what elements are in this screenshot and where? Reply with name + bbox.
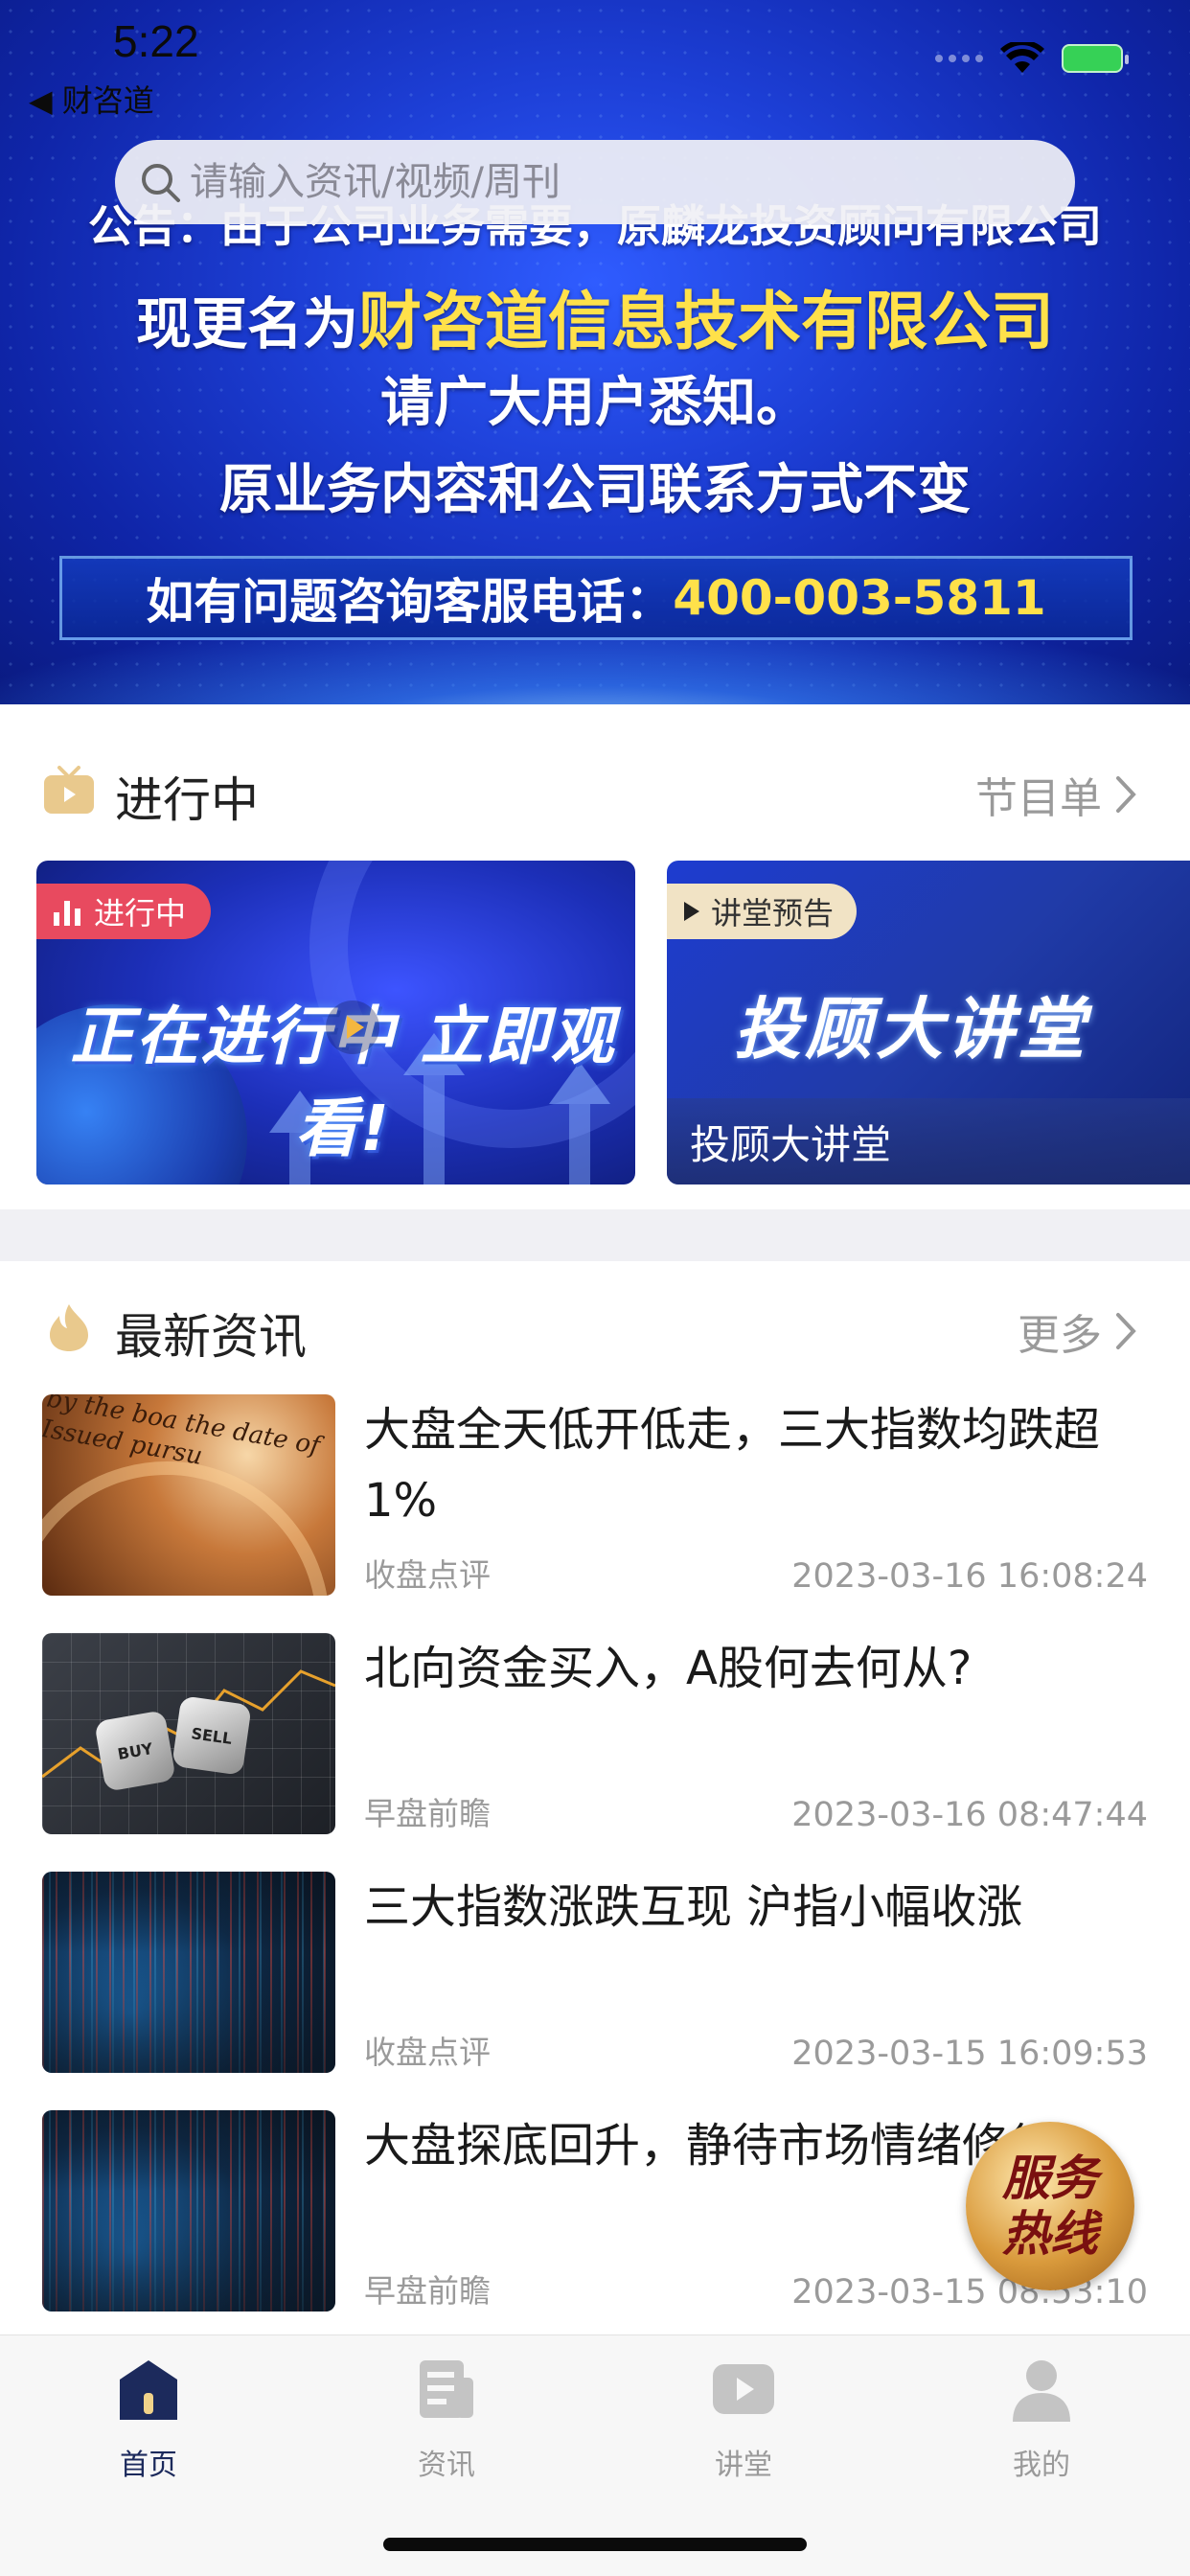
dice-sell: SELL [172,1695,252,1776]
news-thumbnail: by the boa the date of Issued pursu [42,1394,335,1596]
video-play-icon [713,2364,774,2414]
status-time: 5:22 [113,16,199,66]
tab-lecture-label: 讲堂 [715,2449,772,2482]
news-more-label: 更多 [1018,1311,1102,1360]
banner-hotline: 如有问题咨询客服电话： 400-003-5811 [59,556,1133,640]
program-list-link[interactable]: 节目单 [975,764,1136,825]
banner-line-2-prefix: 现更名为 [135,291,358,356]
dice-buy: BUY [94,1710,176,1792]
signal-icon [935,55,983,62]
home-icon [120,2360,177,2420]
news-more-link[interactable]: 更多 [1018,1300,1136,1362]
service-hotline-button[interactable]: 服务 热线 [966,2122,1134,2290]
chevron-right-icon [1116,1313,1136,1349]
service-hotline-line2: 热线 [1002,2206,1098,2262]
tab-profile[interactable]: 我的 [946,2355,1137,2483]
document-icon [420,2360,473,2418]
status-bar: 5:22 ◀ 财咨道 [0,0,1190,119]
news-list-item[interactable]: BUY SELL 北向资金买入，A股何去何从? 早盘前瞻 2023-03-16 … [42,1633,1148,1836]
tab-news-label: 资讯 [418,2449,475,2482]
news-thumbnail [42,1872,335,2073]
announcement-banner[interactable]: 公告：由于公司业务需要，原麟龙投资顾问有限公司 现更名为财咨道信息技术有限公司 … [0,0,1190,704]
news-category: 早盘前瞻 [364,2272,491,2310]
service-hotline-line1: 服务 [1002,2150,1098,2206]
banner-hotline-number: 400-003-5811 [673,570,1046,626]
news-category: 早盘前瞻 [364,1795,491,1832]
news-section-title: 最新资讯 [115,1309,307,1365]
live-status-tag: 进行中 [36,884,212,939]
news-category: 收盘点评 [364,2034,491,2071]
news-list-item[interactable]: 三大指数涨跌互现 沪指小幅收涨 收盘点评 2023-03-15 16:09:53 [42,1872,1148,2075]
banner-company-name: 财咨道信息技术有限公司 [358,285,1054,358]
news-title: 北向资金买入，A股何去何从? [364,1642,973,1695]
chevron-right-icon [1116,776,1136,813]
live-bars-icon [54,897,80,926]
search-input[interactable] [190,160,1033,204]
tab-news[interactable]: 资讯 [351,2355,542,2483]
banner-line-3: 请广大用户悉知。 [380,372,810,434]
live-section-header: 进行中 节目单 [0,752,1190,829]
status-icons [935,42,1129,75]
lecture-preview-tag: 讲堂预告 [667,884,858,939]
lecture-card-caption: 投顾大讲堂 [667,1098,1190,1184]
news-thumbnail: BUY SELL [42,1633,335,1834]
flame-icon [50,1304,88,1351]
news-timestamp: 2023-03-16 08:47:44 [791,1796,1148,1834]
live-card-lecture-preview[interactable]: 讲堂预告 投顾大讲堂 投顾大讲堂 [667,861,1190,1184]
back-to-app-link[interactable]: ◀ 财咨道 [29,77,154,121]
news-category: 收盘点评 [364,1556,491,1594]
search-bar[interactable] [115,140,1075,224]
section-divider [0,1209,1190,1261]
search-icon [142,164,180,202]
tab-home-label: 首页 [120,2449,177,2482]
tab-profile-label: 我的 [1013,2449,1070,2482]
news-title: 三大指数涨跌互现 沪指小幅收涨 [364,1880,1023,1934]
tab-home[interactable]: 首页 [53,2355,244,2483]
tv-icon [44,766,94,814]
live-section-title: 进行中 [115,772,259,828]
banner-hotline-prefix: 如有问题咨询客服电话： [146,574,674,630]
news-list-item[interactable]: by the boa the date of Issued pursu 大盘全天… [42,1394,1148,1598]
user-icon [1013,2360,1070,2422]
news-timestamp: 2023-03-15 16:09:53 [791,2035,1148,2073]
play-icon[interactable] [324,999,381,1056]
home-indicator[interactable] [383,2538,807,2551]
tab-lecture[interactable]: 讲堂 [648,2355,839,2483]
news-title: 大盘全天低开低走，三大指数均跌超1% [364,1403,1101,1528]
play-small-icon [684,902,699,921]
wifi-icon [1000,42,1044,73]
live-status-label: 进行中 [94,895,187,932]
lecture-card-art-title: 投顾大讲堂 [734,990,1088,1069]
news-timestamp: 2023-03-16 16:08:24 [791,1557,1148,1596]
banner-line-4: 原业务内容和公司联系方式不变 [219,459,971,521]
banner-line-2: 现更名为财咨道信息技术有限公司 [0,270,1190,362]
program-list-label: 节目单 [975,774,1102,823]
news-timestamp: 2023-03-15 08:53:10 [791,2273,1148,2312]
news-thumbnail [42,2110,335,2312]
live-card-in-progress[interactable]: 进行中 正在进行中 立即观看! [36,861,635,1184]
battery-icon [1062,44,1129,73]
lecture-preview-label: 讲堂预告 [711,895,835,932]
news-section-header: 最新资讯 更多 [0,1289,1190,1366]
